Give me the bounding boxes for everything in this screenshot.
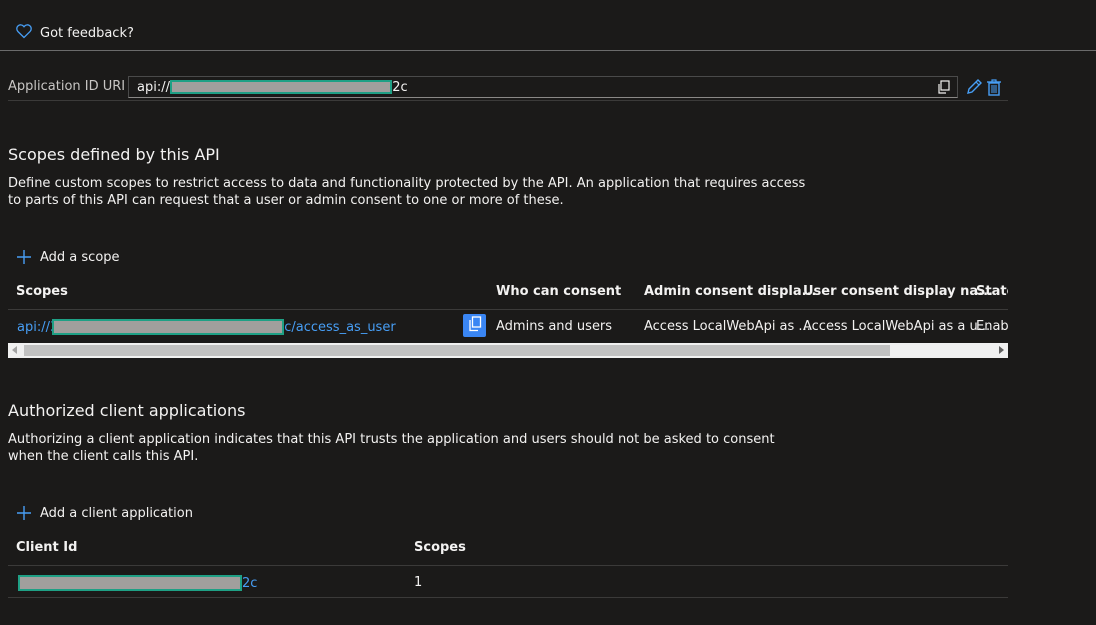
add-scope-label: Add a scope [40,249,120,265]
add-scope-button[interactable]: Add a scope [16,249,120,265]
pencil-icon[interactable] [965,78,983,96]
scrollbar-thumb[interactable] [24,345,890,356]
scopes-section-title: Scopes defined by this API [8,145,220,164]
app-id-uri-field[interactable]: api://3 2c [128,76,958,98]
divider [8,100,1008,101]
plus-icon [16,505,32,521]
clients-section-title: Authorized client applications [8,401,246,420]
user-consent-display-cell: Access LocalWebApi as a u... [803,319,991,334]
column-header-scopes[interactable]: Scopes [16,284,68,299]
scope-suffix: c/access_as_user [284,319,396,335]
divider [8,309,1008,310]
horizontal-scrollbar[interactable] [8,343,1008,358]
heart-icon [16,24,32,43]
column-header-who-can-consent[interactable]: Who can consent [496,284,621,299]
client-id-link[interactable]: 2c [18,575,257,591]
column-header-user-consent-display[interactable]: User consent display na... [803,284,993,299]
column-header-admin-consent-display[interactable]: Admin consent displa... [644,284,816,299]
divider [0,50,1096,51]
table-row: 2c 1 [8,568,1008,597]
client-id-suffix: 2c [242,575,258,591]
plus-icon [16,249,32,265]
app-id-uri-suffix: 2c [392,79,408,95]
copy-icon[interactable] [937,80,951,94]
divider [8,597,1008,598]
app-id-uri-value: api://3 2c [137,80,408,95]
app-id-uri-label: Application ID URI [8,79,126,94]
scroll-right-icon[interactable] [999,346,1004,354]
column-header-state[interactable]: State [976,284,1008,299]
admin-consent-display-cell: Access LocalWebApi as ... [644,319,811,334]
column-header-client-id[interactable]: Client Id [16,540,77,555]
redacted-block [52,319,285,335]
add-client-application-button[interactable]: Add a client application [16,505,193,521]
add-client-application-label: Add a client application [40,505,193,521]
copy-icon [468,315,482,336]
copy-to-clipboard-button[interactable] [463,314,486,337]
clients-description: Authorizing a client application indicat… [8,432,775,464]
trash-icon[interactable] [986,78,1002,96]
scroll-left-icon[interactable] [12,346,17,354]
table-row: api://3 c/access_as_user Admins and user… [8,312,1008,342]
client-scopes-count: 1 [414,575,423,590]
scope-link[interactable]: api://3 c/access_as_user [17,319,396,335]
redacted-block [170,80,393,94]
scopes-description: Define custom scopes to restrict access … [8,176,806,208]
feedback-link[interactable]: Got feedback? [16,24,134,43]
divider [8,565,1008,566]
who-can-consent-cell: Admins and users [496,319,613,334]
state-cell: Enabl [976,319,1008,334]
feedback-label: Got feedback? [40,26,134,41]
column-header-scopes[interactable]: Scopes [414,540,466,555]
redacted-block [18,575,242,591]
